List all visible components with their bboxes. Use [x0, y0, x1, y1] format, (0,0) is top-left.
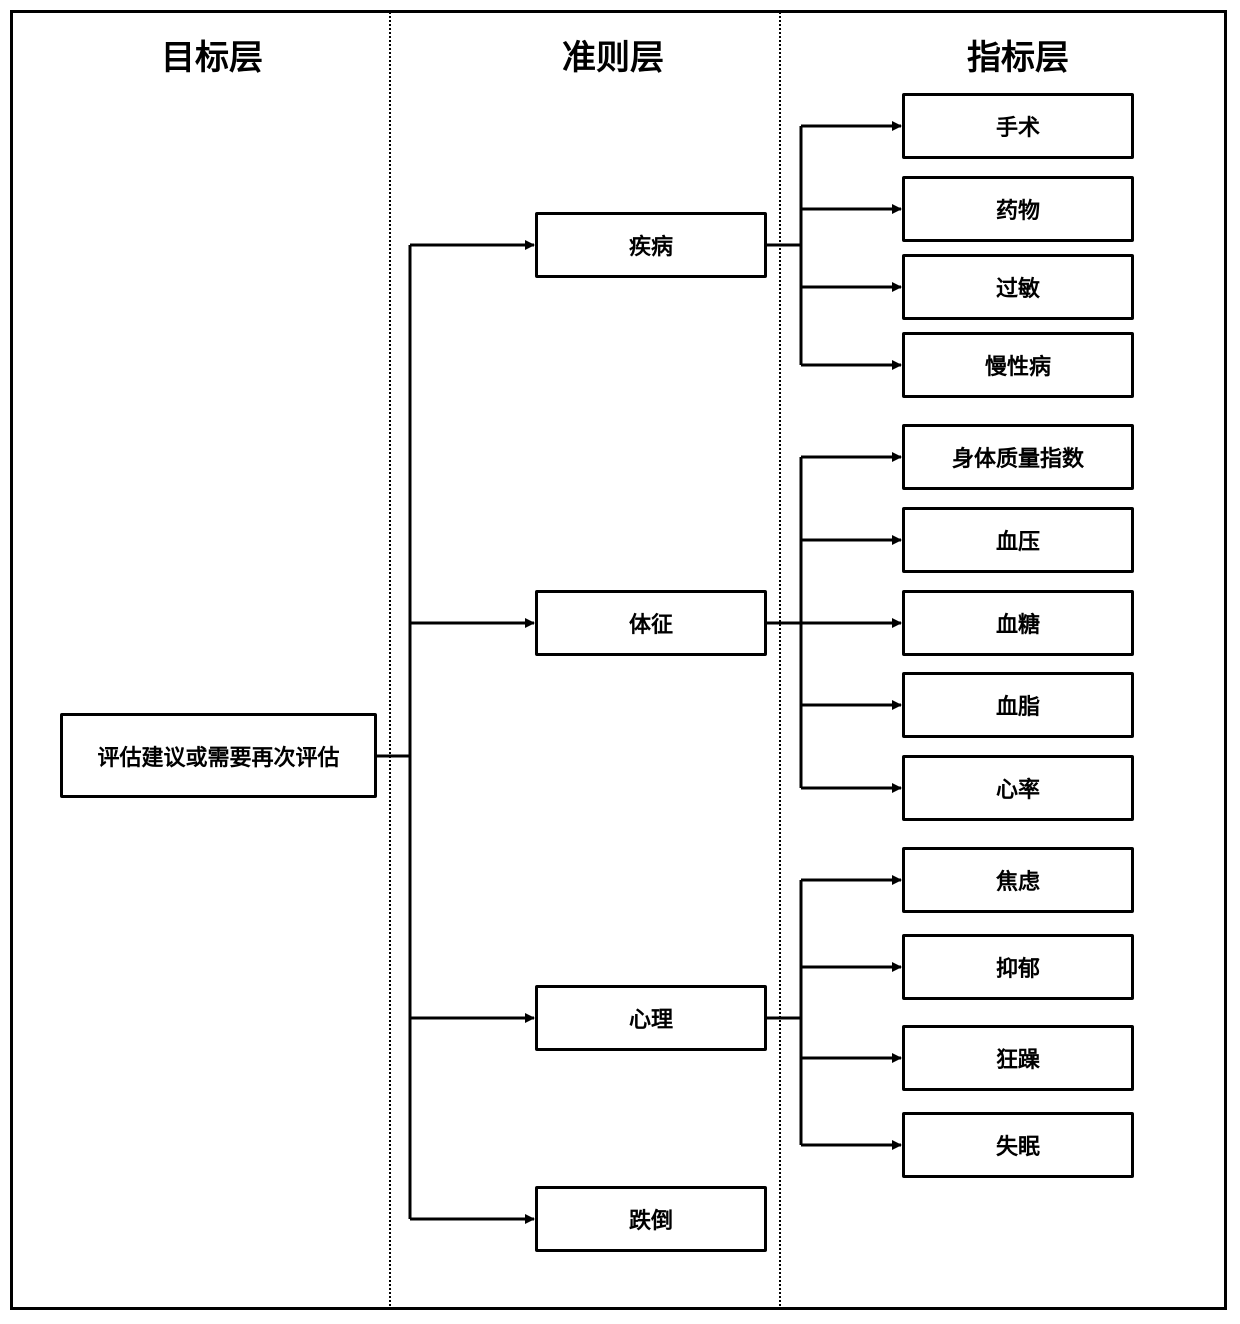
indicator-node: 抑郁	[902, 934, 1134, 1000]
indicator-node: 慢性病	[902, 332, 1134, 398]
indicator-node: 过敏	[902, 254, 1134, 320]
criteria-node: 心理	[535, 985, 767, 1051]
indicator-node: 手术	[902, 93, 1134, 159]
criteria-node: 体征	[535, 590, 767, 656]
criteria-node: 跌倒	[535, 1186, 767, 1252]
indicator-node: 焦虑	[902, 847, 1134, 913]
criteria-node: 疾病	[535, 212, 767, 278]
indicator-node: 身体质量指数	[902, 424, 1134, 490]
indicator-node: 药物	[902, 176, 1134, 242]
goal-node: 评估建议或需要再次评估	[60, 713, 377, 798]
indicator-node: 血压	[902, 507, 1134, 573]
indicator-node: 狂躁	[902, 1025, 1134, 1091]
indicator-node: 心率	[902, 755, 1134, 821]
indicator-node: 血脂	[902, 672, 1134, 738]
indicator-node: 失眠	[902, 1112, 1134, 1178]
indicator-node: 血糖	[902, 590, 1134, 656]
